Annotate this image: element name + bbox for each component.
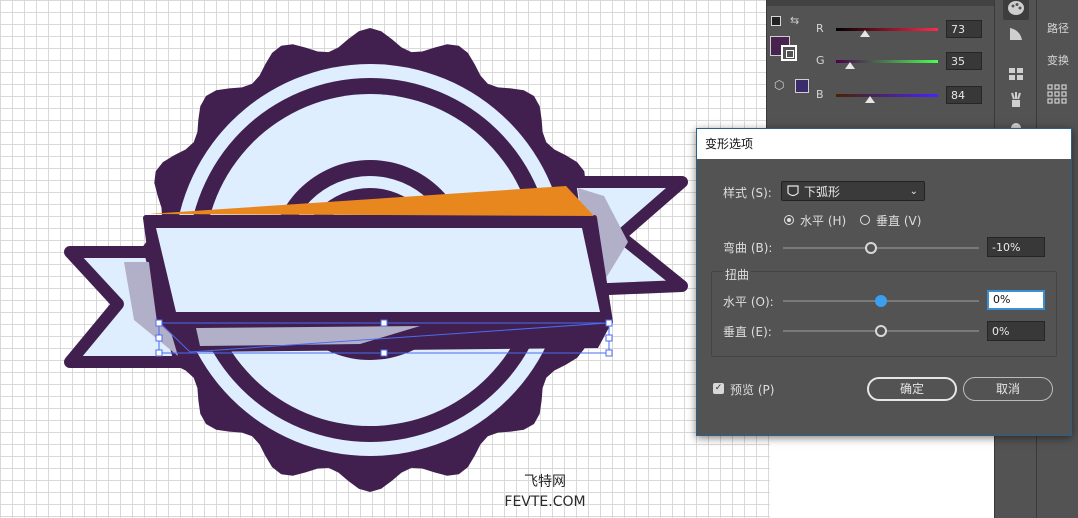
swap-colors-icon[interactable]: ⇆	[790, 14, 799, 27]
color-slider-row-r: R 73	[816, 20, 982, 40]
arc-lower-icon	[787, 182, 799, 205]
cancel-button[interactable]: 取消	[963, 377, 1053, 401]
warp-options-dialog: 变形选项 样式 (S): 下弧形 ⌄ 水平 (H) 垂直 (V) 弯曲 (B):…	[696, 128, 1072, 436]
selection-handle[interactable]	[155, 349, 163, 357]
style-label: 样式 (S):	[723, 186, 772, 200]
horizontal-radio[interactable]	[784, 215, 794, 225]
watermark: 飞特网 FEVTE.COM	[490, 472, 600, 512]
gamut-color-box[interactable]	[795, 79, 809, 93]
selection-handle[interactable]	[155, 319, 163, 327]
distortion-group	[711, 271, 1057, 357]
distort-horizontal-knob[interactable]	[875, 295, 887, 307]
channel-slider-knob[interactable]	[845, 62, 855, 69]
color-panel-palette-icon[interactable]	[1003, 0, 1029, 20]
channel-label: G	[816, 54, 825, 67]
brushes-icon[interactable]	[1003, 88, 1029, 112]
distortion-group-label: 扭曲	[723, 266, 752, 283]
selection-handle[interactable]	[155, 334, 163, 342]
color-slider-row-b: B 84	[816, 86, 982, 106]
artboard-canvas[interactable]: 飞特网 FEVTE.COM	[0, 0, 770, 518]
selection-handle[interactable]	[380, 319, 388, 327]
preview-checkbox[interactable]: ✓	[713, 383, 724, 394]
channel-value-field[interactable]: 35	[946, 52, 982, 70]
panel-tab-strip	[767, 0, 995, 6]
selection-handle[interactable]	[380, 349, 388, 357]
distort-vertical-label: 垂直 (E):	[723, 325, 772, 339]
channel-label: B	[816, 88, 824, 101]
style-dropdown[interactable]: 下弧形 ⌄	[781, 181, 925, 201]
selection-handle[interactable]	[605, 349, 613, 357]
pathfinder-panel-label[interactable]: 路径	[1037, 20, 1078, 36]
bend-slider-track[interactable]	[783, 247, 979, 249]
channel-label: R	[816, 22, 824, 35]
distort-horizontal-field[interactable]: 0%	[987, 290, 1045, 310]
bend-slider-knob[interactable]	[865, 242, 878, 254]
chevron-down-icon: ⌄	[909, 186, 918, 197]
selection-handle[interactable]	[605, 319, 613, 327]
watermark-cn: 飞特网	[524, 474, 566, 490]
color-slider-row-g: G 35	[816, 52, 982, 72]
ribbon-band-face	[156, 228, 600, 312]
channel-slider-track[interactable]	[836, 94, 938, 97]
bend-label: 弯曲 (B):	[723, 241, 773, 255]
stroke-color-swatch[interactable]	[781, 45, 797, 61]
vertical-radio[interactable]	[860, 215, 870, 225]
preview-label[interactable]: 预览 (P)	[730, 381, 774, 398]
bend-value-field[interactable]: -10%	[987, 237, 1045, 257]
channel-slider-track[interactable]	[836, 28, 938, 31]
color-guide-icon[interactable]	[1003, 22, 1029, 46]
distort-vertical-field[interactable]: 0%	[987, 321, 1045, 341]
horizontal-radio-label[interactable]: 水平 (H)	[800, 212, 846, 229]
style-dropdown-value: 下弧形	[804, 185, 841, 199]
channel-value-field[interactable]: 84	[946, 86, 982, 104]
vertical-radio-label[interactable]: 垂直 (V)	[876, 212, 921, 229]
channel-value-field[interactable]: 73	[946, 20, 982, 38]
selection-handle[interactable]	[605, 334, 613, 342]
watermark-en: FEVTE.COM	[504, 494, 586, 510]
default-colors-icon[interactable]	[771, 16, 781, 26]
channel-slider-knob[interactable]	[864, 96, 875, 103]
out-of-gamut-cube-icon[interactable]: ⬡	[774, 78, 784, 92]
badge-artwork	[64, 28, 688, 492]
distort-vertical-knob[interactable]	[875, 325, 887, 337]
channel-slider-knob[interactable]	[860, 30, 871, 37]
transform-panel-label[interactable]: 变换	[1037, 52, 1078, 68]
align-grid-icon[interactable]	[1047, 84, 1067, 107]
ok-button[interactable]: 确定	[867, 377, 957, 401]
distort-horizontal-label: 水平 (O):	[723, 295, 774, 309]
swatches-icon[interactable]	[1003, 62, 1029, 86]
dialog-title: 变形选项	[697, 129, 1071, 159]
